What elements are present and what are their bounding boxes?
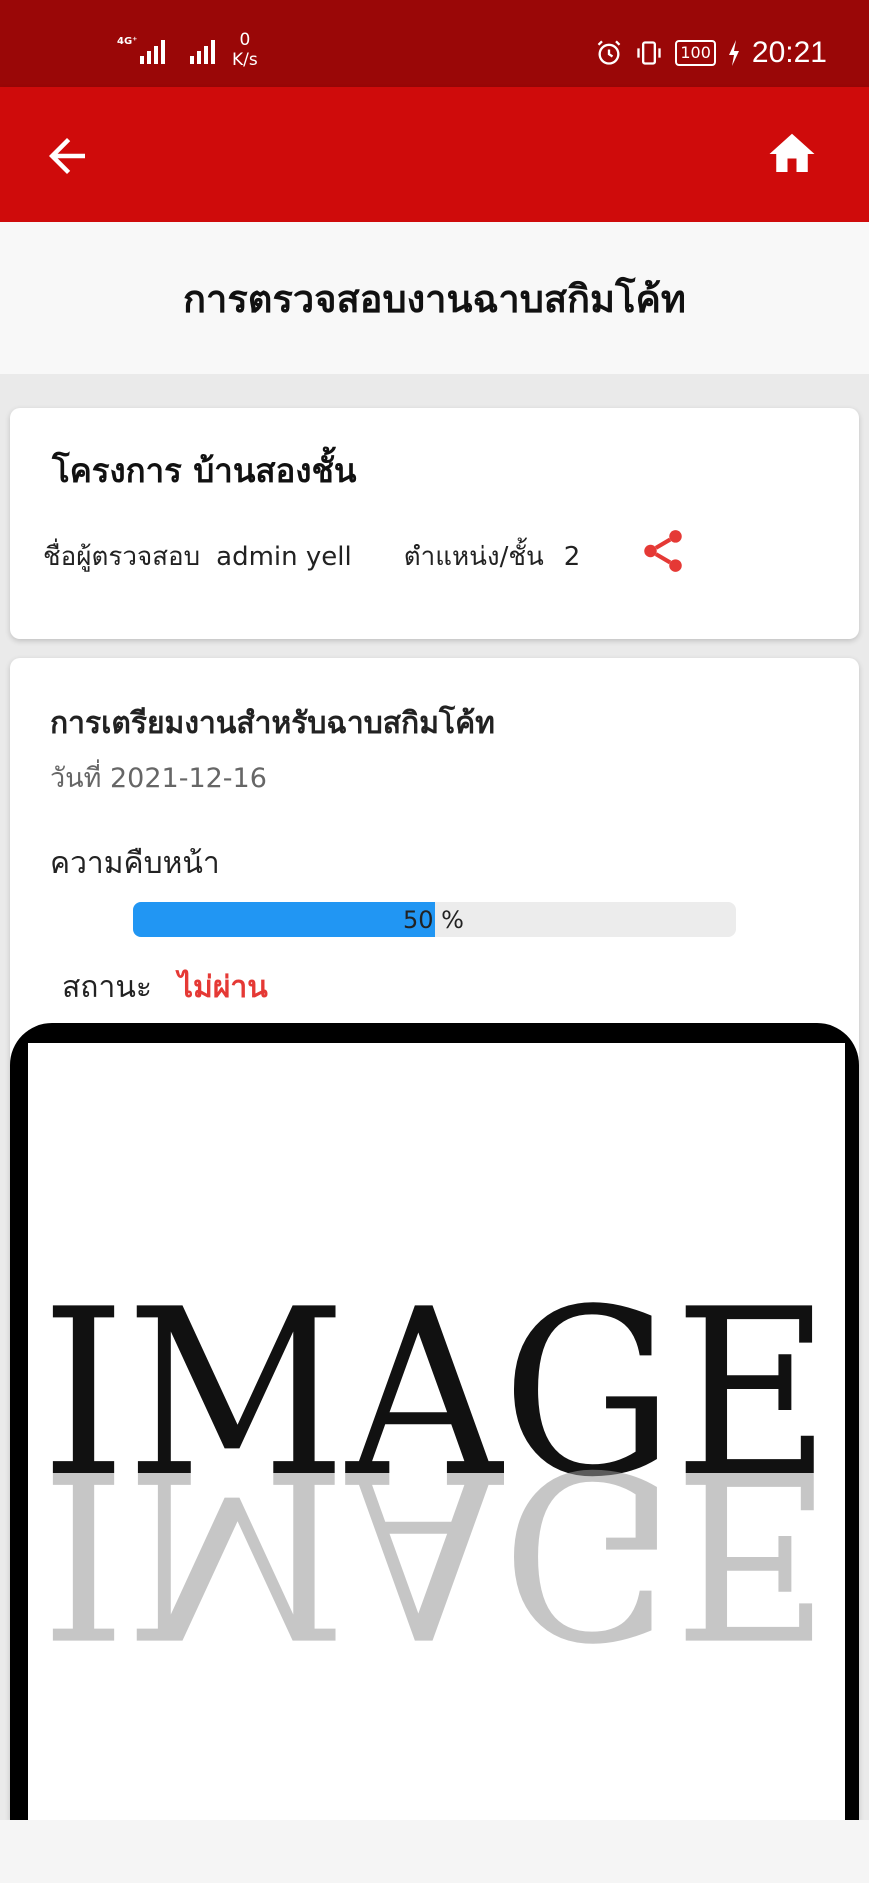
inspector-row: ชื่อผู้ตรวจสอบ admin yell ตำแหน่ง/ชั้น 2: [43, 536, 580, 577]
task-title: การเตรียมงานสำหรับฉาบสกิมโค้ท: [50, 706, 495, 741]
network-type: 4G⁺: [117, 36, 138, 47]
vibrate-icon: [637, 41, 662, 65]
charging-icon: [728, 40, 739, 66]
inspection-photo[interactable]: IMAGE IMAGE: [10, 1023, 859, 1820]
task-date: วันที่ 2021-12-16: [50, 763, 267, 794]
app-bar: [0, 87, 869, 222]
bottom-strip: [0, 1820, 869, 1883]
status-label: สถานะ: [62, 970, 152, 1005]
signal-1-icon: [140, 36, 165, 64]
page-header: การตรวจสอบงานฉาบสกิมโค้ท: [0, 222, 869, 374]
alarm-icon: [598, 40, 621, 65]
speed-value: 0: [239, 30, 251, 50]
inspector-label: ชื่อผู้ตรวจสอบ: [43, 542, 201, 572]
position-label: ตำแหน่ง/ชั้น: [403, 542, 544, 572]
home-icon[interactable]: [765, 127, 819, 181]
image-placeholder-graphic: IMAGE IMAGE: [41, 1261, 831, 1685]
task-card[interactable]: การเตรียมงานสำหรับฉาบสกิมโค้ท วันที่ 202…: [10, 658, 859, 1820]
clock: 20:21: [751, 36, 827, 69]
progress-text: 50 %: [403, 906, 464, 934]
share-icon[interactable]: [638, 524, 688, 578]
status-row: สถานะ ไม่ผ่าน: [62, 964, 268, 1011]
status-badge: ไม่ผ่าน: [177, 970, 268, 1005]
signal-2-icon: [190, 36, 215, 64]
arrow-left-icon[interactable]: [40, 129, 94, 183]
photo-placeholder: IMAGE IMAGE: [28, 1043, 845, 1820]
inspector-name: admin yell: [216, 541, 352, 572]
page-title: การตรวจสอบงานฉาบสกิมโค้ท: [183, 276, 686, 321]
progress-fill: [133, 902, 435, 937]
project-card: โครงการ บ้านสองชั้น ชื่อผู้ตรวจสอบ admin…: [10, 408, 859, 639]
project-name: โครงการ บ้านสองชั้น: [52, 451, 357, 490]
status-bar: 4G⁺ 0 K/s 100 20:21: [0, 0, 869, 87]
position-value: 2: [563, 541, 581, 572]
speed-unit: K/s: [232, 50, 258, 70]
battery-indicator: 100: [675, 40, 716, 66]
network-speed: 0 K/s: [232, 30, 258, 70]
status-icons: 100 20:21: [595, 36, 827, 70]
progress-label: ความคืบหน้า: [50, 846, 220, 881]
